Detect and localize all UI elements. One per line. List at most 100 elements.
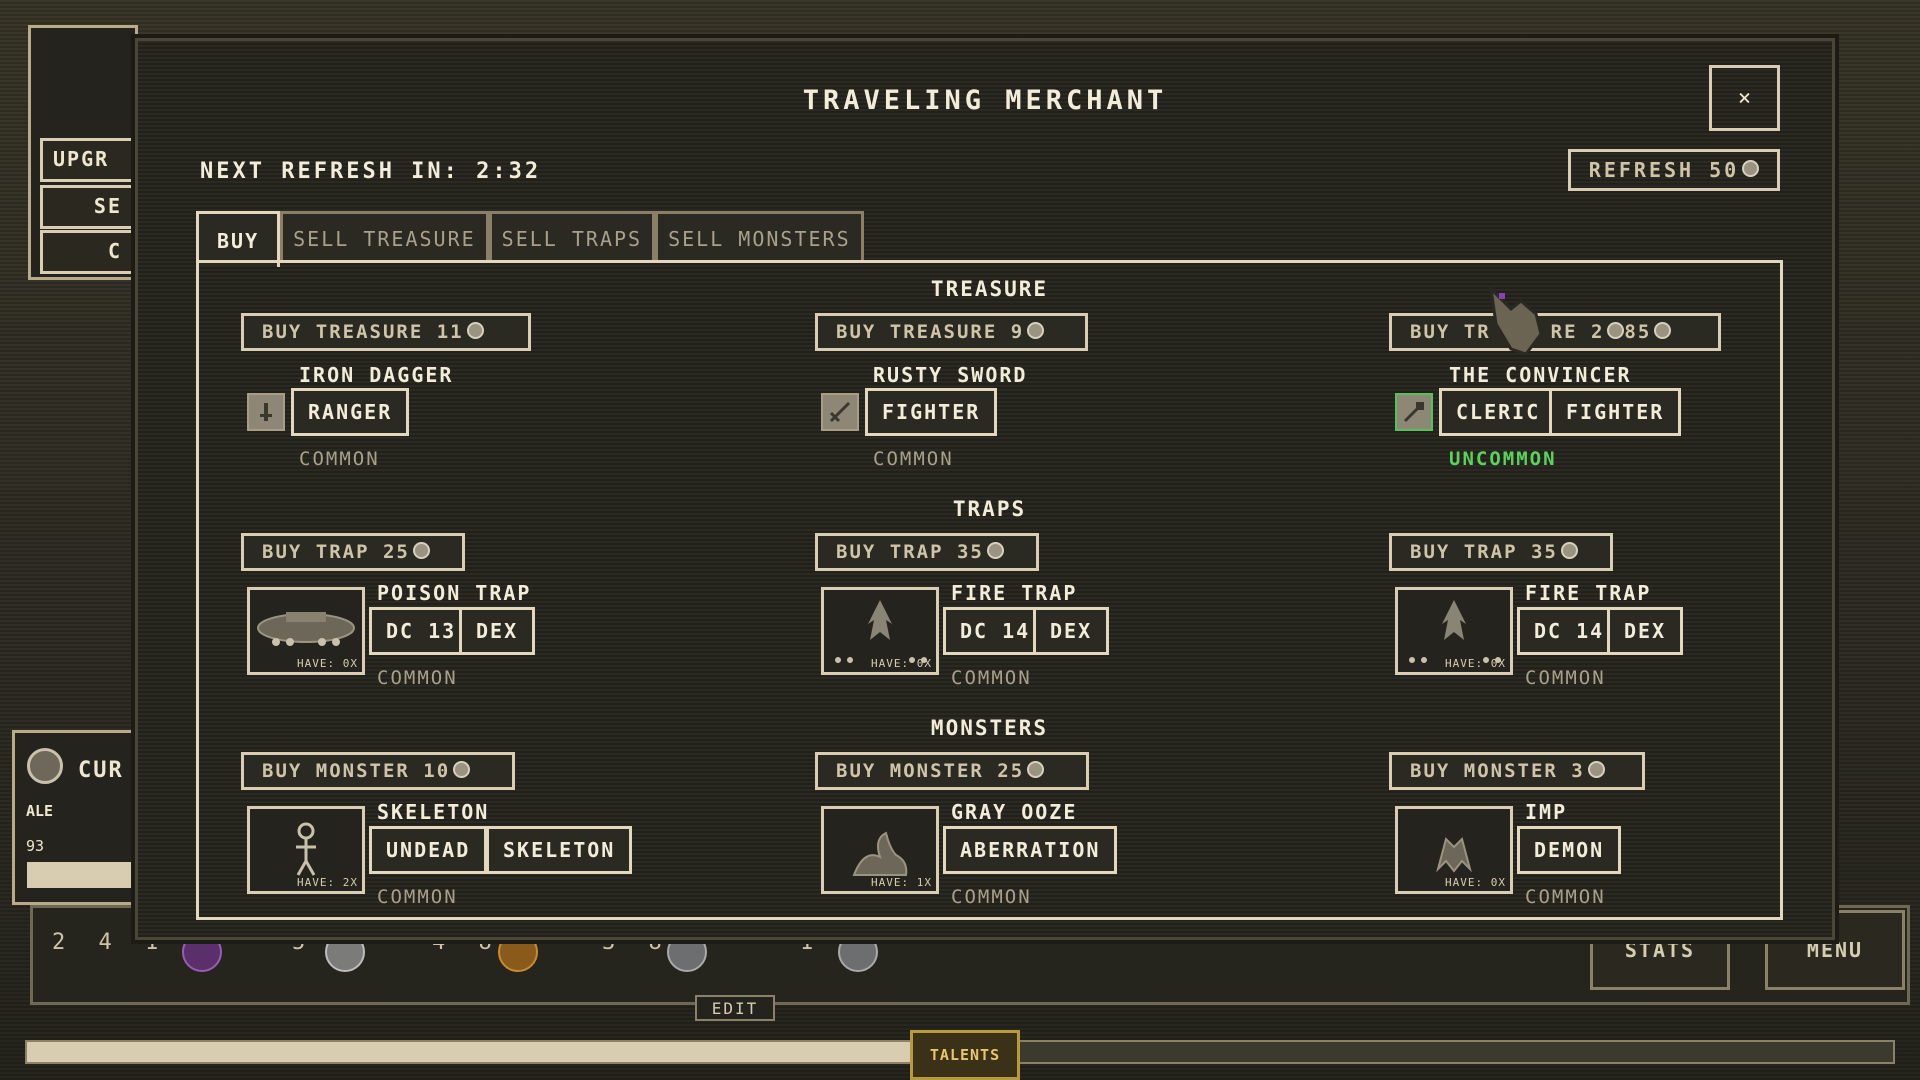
tab-sell-treasure[interactable]: SELL TREASURE xyxy=(280,211,489,263)
monster-name: GRAY OOZE xyxy=(951,800,1078,824)
ale-label: ALE xyxy=(26,802,54,820)
buy-monster-label: BUY MONSTER 3 xyxy=(1410,760,1585,782)
dc-tag: DC 14 xyxy=(943,607,1048,655)
close-icon: × xyxy=(1737,85,1752,111)
save-tag: DEX xyxy=(459,607,536,655)
rarity-label: COMMON xyxy=(299,448,380,470)
mace-icon xyxy=(1395,393,1433,431)
have-count: HAVE: 0X xyxy=(1445,876,1506,889)
have-count: HAVE: 0X xyxy=(297,657,358,670)
buy-trap-label: BUY TRAP 35 xyxy=(836,541,984,563)
trap-name: FIRE TRAP xyxy=(951,581,1078,605)
type-tag: ABERRATION xyxy=(943,826,1118,874)
rarity-label: COMMON xyxy=(1525,886,1606,908)
type-tag: UNDEAD xyxy=(369,826,488,874)
save-tag: DEX xyxy=(1033,607,1110,655)
coin-icon xyxy=(1607,321,1625,339)
rarity-label: COMMON xyxy=(873,448,954,470)
sword-icon xyxy=(821,393,859,431)
gray-ooze-thumbnail: HAVE: 1X xyxy=(821,806,939,894)
dc-tag: DC 13 xyxy=(369,607,474,655)
buy-treasure-label: BUY TREASURE 11 xyxy=(262,321,464,343)
class-tag: FIGHTER xyxy=(1549,388,1682,436)
buy-monster-button[interactable]: BUY MONSTER 10 xyxy=(241,752,515,790)
buy-treasure-button[interactable]: BUY TREASURE 11 xyxy=(241,313,531,351)
have-count: HAVE: 1X xyxy=(871,876,932,889)
dagger-icon xyxy=(247,393,285,431)
tab-bar: BUY SELL TREASURE SELL TRAPS SELL MONSTE… xyxy=(196,211,864,267)
buy-treasure-label-start: BUY TR xyxy=(1410,321,1491,343)
buy-trap-label: BUY TRAP 25 xyxy=(262,541,410,563)
refresh-button-label: REFRESH 50 xyxy=(1588,158,1740,182)
fire-trap-thumbnail: HAVE: 0X xyxy=(1395,587,1513,675)
hand-cursor-icon xyxy=(1488,284,1543,356)
currency-coin-icon xyxy=(27,748,63,784)
monster-name: SKELETON xyxy=(377,800,490,824)
have-count: HAVE: 2X xyxy=(297,876,358,889)
buy-treasure-button[interactable]: BUY TREASURE 9 xyxy=(815,313,1088,351)
fire-trap-thumbnail: HAVE: 0X xyxy=(821,587,939,675)
monster-name: IMP xyxy=(1525,800,1568,824)
ale-value: 93 xyxy=(26,837,45,855)
close-button[interactable]: × xyxy=(1709,65,1780,131)
rarity-label: UNCOMMON xyxy=(1449,448,1557,470)
have-count: HAVE: 0X xyxy=(1445,657,1506,670)
imp-thumbnail: HAVE: 0X xyxy=(1395,806,1513,894)
rarity-label: COMMON xyxy=(951,667,1032,689)
side-button-3[interactable]: C xyxy=(40,230,135,274)
treasure-name: THE CONVINCER xyxy=(1449,363,1632,387)
xp-bar-fill xyxy=(27,1042,942,1062)
class-tag: CLERIC xyxy=(1439,388,1558,436)
type-tag: DEMON xyxy=(1517,826,1622,874)
coin-icon xyxy=(466,321,484,339)
buy-treasure-button[interactable]: BUY TR RE 2 85 xyxy=(1389,313,1721,351)
buy-trap-button[interactable]: BUY TRAP 35 xyxy=(815,533,1039,571)
class-tag: FIGHTER xyxy=(865,388,998,436)
ale-bar xyxy=(27,862,132,888)
save-tag: DEX xyxy=(1607,607,1684,655)
coin-icon xyxy=(412,541,430,559)
dc-tag: DC 14 xyxy=(1517,607,1622,655)
rarity-label: COMMON xyxy=(377,667,458,689)
rarity-label: COMMON xyxy=(377,886,458,908)
buy-monster-button[interactable]: BUY MONSTER 25 xyxy=(815,752,1089,790)
rarity-label: COMMON xyxy=(951,886,1032,908)
buy-trap-button[interactable]: BUY TRAP 35 xyxy=(1389,533,1613,571)
side-button-2[interactable]: SE xyxy=(40,185,135,229)
tab-sell-traps[interactable]: SELL TRAPS xyxy=(488,211,656,263)
coin-icon xyxy=(986,541,1004,559)
class-tag: RANGER xyxy=(291,388,410,436)
buy-monster-label: BUY MONSTER 10 xyxy=(262,760,451,782)
coin-icon xyxy=(1560,541,1578,559)
treasure-name: RUSTY SWORD xyxy=(873,363,1028,387)
coin-icon xyxy=(1654,321,1672,339)
traps-section-title: TRAPS xyxy=(952,497,1027,521)
upgrade-button[interactable]: UPGR xyxy=(40,138,135,182)
buy-trap-button[interactable]: BUY TRAP 25 xyxy=(241,533,465,571)
poison-trap-thumbnail: HAVE: 0X xyxy=(247,587,365,675)
buy-treasure-label-end: RE 2 xyxy=(1550,321,1605,343)
rarity-label: COMMON xyxy=(1525,667,1606,689)
monsters-section-title: MONSTERS xyxy=(930,716,1049,740)
talents-button[interactable]: TALENTS xyxy=(910,1030,1020,1080)
tab-buy[interactable]: BUY xyxy=(196,211,281,267)
modal-title: TRAVELING MERCHANT xyxy=(802,85,1168,116)
skeleton-thumbnail: HAVE: 2X xyxy=(247,806,365,894)
buy-monster-label: BUY MONSTER 25 xyxy=(836,760,1025,782)
coin-icon xyxy=(1587,760,1605,778)
coin-icon xyxy=(1742,159,1760,177)
trap-name: POISON TRAP xyxy=(377,581,532,605)
buy-treasure-label: BUY TREASURE 9 xyxy=(836,321,1025,343)
have-count: HAVE: 0X xyxy=(871,657,932,670)
currency-label: CUR xyxy=(78,758,124,783)
trap-name: FIRE TRAP xyxy=(1525,581,1652,605)
edit-button[interactable]: EDIT xyxy=(695,995,775,1021)
merchant-modal: TRAVELING MERCHANT × NEXT REFRESH IN: 2:… xyxy=(135,38,1835,940)
buy-monster-button[interactable]: BUY MONSTER 3 xyxy=(1389,752,1645,790)
buy-panel: TREASURE BUY TREASURE 11 IRON DAGGER RAN… xyxy=(196,260,1783,920)
tab-sell-monsters[interactable]: SELL MONSTERS xyxy=(655,211,864,263)
coin-icon xyxy=(1027,321,1045,339)
treasure-name: IRON DAGGER xyxy=(299,363,454,387)
refresh-button[interactable]: REFRESH 50 xyxy=(1568,149,1780,191)
buy-treasure-label-extra: 85 xyxy=(1624,321,1652,343)
